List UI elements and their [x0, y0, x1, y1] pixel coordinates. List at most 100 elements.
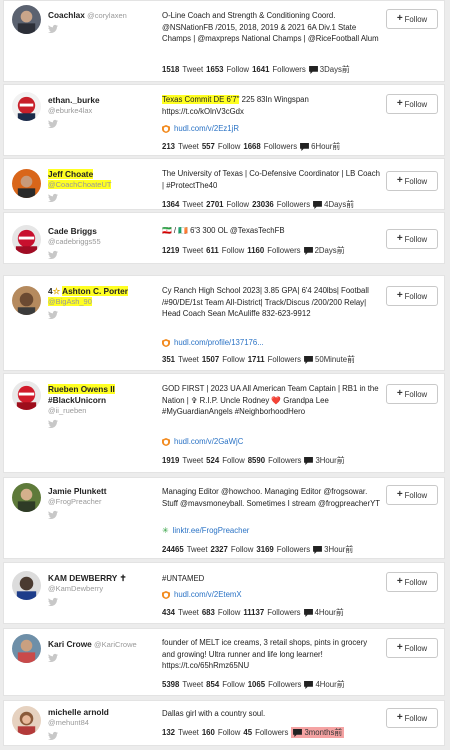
following-count: 557 [201, 142, 215, 151]
twitter-bird-icon[interactable] [48, 597, 58, 607]
plus-icon: + [396, 576, 403, 587]
avatar[interactable] [12, 225, 41, 254]
plus-icon: + [396, 175, 403, 186]
following-label: Follow [217, 608, 241, 617]
user-handle[interactable]: @FrogPreacher [48, 497, 156, 507]
hudl-link[interactable]: hudl.com/v/2Ez1jR [162, 124, 239, 133]
plus-icon: + [396, 388, 403, 399]
hudl-link-text[interactable]: hudl.com/v/2Ez1jR [174, 124, 239, 133]
follow-button-label: Follow [404, 176, 428, 186]
follow-button[interactable]: + Follow [386, 638, 438, 658]
followers-label: Followers [267, 355, 302, 364]
comment-icon [313, 201, 322, 209]
user-handle[interactable]: @corylaxen [87, 11, 127, 20]
user-stats: 1364 Tweet 2701 Follow 23036 Followers 4Day… [162, 199, 354, 210]
user-handle[interactable]: @mehunt84 [48, 718, 156, 728]
user-name[interactable]: Kari Crowe [48, 639, 92, 649]
comment-icon [304, 247, 313, 255]
hudl-link[interactable]: hudl.com/v/2GaWjC [162, 437, 243, 446]
user-bio: #UNTAMED [162, 574, 205, 583]
hudl-shield-icon [162, 438, 170, 446]
tweet-count: 1219 [162, 246, 180, 255]
avatar[interactable] [12, 706, 41, 735]
following-count: 1653 [206, 65, 224, 74]
twitter-bird-icon[interactable] [48, 24, 58, 34]
user-name[interactable]: Jamie Plunkett [48, 486, 156, 497]
follow-button[interactable]: + Follow [386, 384, 438, 404]
user-name[interactable]: michelle arnold [48, 707, 156, 718]
hudl-link[interactable]: hudl.com/v/2EtemX [162, 590, 242, 599]
user-handle[interactable]: @cadebriggs55 [48, 237, 156, 247]
followers-label: Followers [276, 545, 311, 554]
follow-button[interactable]: + Follow [386, 286, 438, 306]
user-handle[interactable]: @ii_rueben [48, 406, 156, 416]
list-item: Jeff Choate @CoachChoateUT The Universit… [3, 158, 445, 210]
twitter-bird-icon[interactable] [48, 193, 58, 203]
avatar[interactable] [12, 286, 41, 315]
user-handle[interactable]: @CoachChoateUT [48, 180, 112, 189]
followers-label: Followers [276, 200, 311, 209]
comment-icon [304, 356, 313, 364]
user-bio: Cy Ranch High School 2023| 3.85 GPA| 6'4… [162, 286, 369, 318]
follow-button[interactable]: + Follow [386, 485, 438, 505]
user-handle[interactable]: @KamDewberry [48, 584, 156, 594]
avatar[interactable] [12, 381, 41, 410]
linktree-link-text[interactable]: linktr.ee/FrogPreacher [173, 526, 250, 535]
tweet-label: Tweet [178, 608, 199, 617]
user-name[interactable]: Coachlax [48, 10, 85, 20]
twitter-bird-icon[interactable] [48, 119, 58, 129]
hudl-link[interactable]: hudl.com/profile/137176... [162, 338, 264, 347]
follow-button[interactable]: + Follow [386, 9, 438, 29]
tweet-count: 213 [162, 142, 176, 151]
following-count: 2327 [210, 545, 228, 554]
follow-button[interactable]: + Follow [386, 708, 438, 728]
follow-button[interactable]: + Follow [386, 94, 438, 114]
follow-button[interactable]: + Follow [386, 229, 438, 249]
user-handle[interactable]: @KariCrowe [94, 640, 137, 649]
last-active-time: 3Days前 [319, 65, 350, 74]
last-active-time: 3months前 [304, 728, 343, 737]
following-label: Follow [222, 680, 245, 689]
twitter-bird-icon[interactable] [48, 419, 58, 429]
user-name[interactable]: Ashton C. Porter [62, 286, 128, 296]
follow-button[interactable]: + Follow [386, 572, 438, 592]
followers-count: 1065 [247, 680, 266, 689]
tweet-count: 1919 [162, 456, 180, 465]
user-name[interactable]: Rueben Owens II [48, 384, 115, 394]
hudl-link-text[interactable]: hudl.com/profile/137176... [174, 338, 264, 347]
tweet-count: 24465 [162, 545, 184, 554]
avatar[interactable] [12, 483, 41, 512]
user-handle[interactable]: @BigAsh_90 [48, 297, 92, 306]
plus-icon: + [396, 642, 403, 653]
linktree-link[interactable]: ✳ linktr.ee/FrogPreacher [162, 526, 249, 535]
user-handle[interactable]: @eburke4lax [48, 106, 156, 116]
hudl-link-text[interactable]: hudl.com/v/2EtemX [174, 590, 242, 599]
hudl-link-text[interactable]: hudl.com/v/2GaWjC [174, 437, 243, 446]
avatar[interactable] [12, 92, 41, 121]
user-name[interactable]: ethan._burke [48, 95, 156, 106]
user-identity: Rueben Owens II #BlackUnicorn @ii_rueben [48, 384, 156, 429]
last-active-time: 2Days前 [314, 246, 345, 255]
avatar[interactable] [12, 5, 41, 34]
hudl-shield-icon [162, 339, 170, 347]
user-name[interactable]: Cade Briggs [48, 226, 156, 237]
avatar[interactable] [12, 634, 41, 663]
user-name[interactable]: Jeff Choate [48, 169, 94, 179]
twitter-bird-icon[interactable] [48, 310, 58, 320]
user-name[interactable]: KAM DEWBERRY ✝ [48, 573, 156, 584]
avatar[interactable] [12, 169, 41, 198]
user-stats: 434 Tweet 683 Follow 11137 Followers 4Hour前 [162, 607, 344, 618]
last-active-time: 3Hour前 [324, 545, 354, 554]
user-stats: 1219 Tweet 611 Follow 1160 Followers 2Days前 [162, 245, 345, 256]
last-active-time: 6Hour前 [311, 142, 341, 151]
twitter-bird-icon[interactable] [48, 653, 58, 663]
last-active-time: 3Hour前 [315, 456, 345, 465]
followers-label: Followers [268, 456, 302, 465]
twitter-bird-icon[interactable] [48, 510, 58, 520]
tweet-label: Tweet [178, 142, 199, 151]
twitter-bird-icon[interactable] [48, 250, 58, 260]
tweet-count: 1518 [162, 65, 180, 74]
avatar[interactable] [12, 571, 41, 600]
twitter-bird-icon[interactable] [48, 731, 58, 741]
follow-button[interactable]: + Follow [386, 171, 438, 191]
